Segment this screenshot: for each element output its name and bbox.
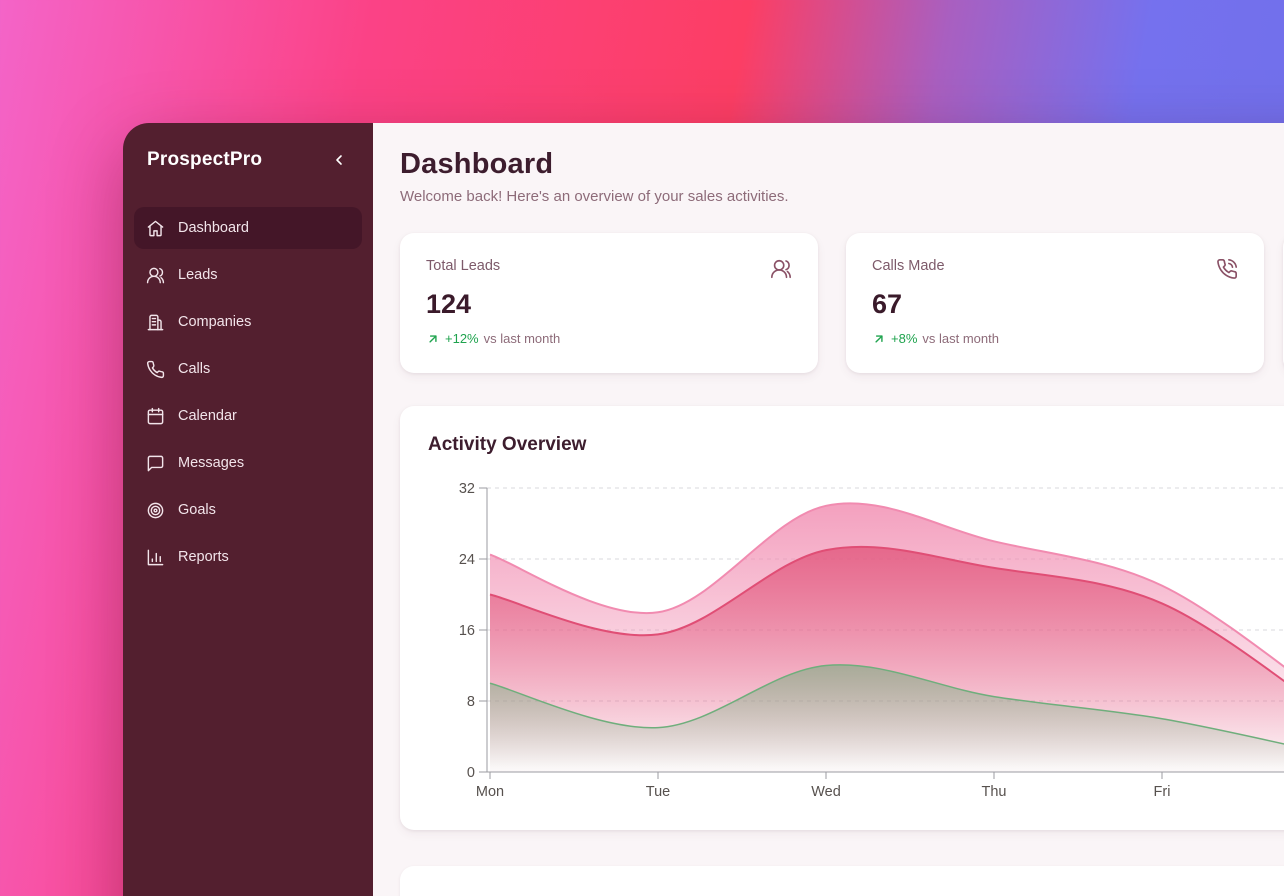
trend-percentage: +12% — [445, 331, 479, 346]
sidebar-item-label: Leads — [178, 267, 218, 283]
page-title: Dashboard — [400, 148, 1284, 181]
sidebar-item-leads[interactable]: Leads — [134, 254, 362, 296]
svg-text:Thu: Thu — [982, 784, 1007, 800]
svg-text:24: 24 — [459, 552, 475, 568]
users-icon — [146, 266, 165, 285]
calendar-icon — [146, 407, 165, 426]
svg-text:32: 32 — [459, 481, 475, 497]
sidebar: ProspectPro Dashboard Leads — [123, 123, 373, 896]
trend-percentage: +8% — [891, 331, 917, 346]
main-content: Dashboard Welcome back! Here's an overvi… — [373, 123, 1284, 896]
arrow-up-right-icon — [426, 332, 440, 346]
stat-cards-row: Total Leads 124 +12% vs last month Calls — [400, 233, 1284, 373]
chevron-left-icon — [331, 152, 347, 168]
sidebar-item-companies[interactable]: Companies — [134, 301, 362, 343]
sidebar-item-label: Reports — [178, 549, 229, 565]
sidebar-item-calls[interactable]: Calls — [134, 348, 362, 390]
chart-title: Activity Overview — [428, 434, 1284, 456]
phone-icon — [146, 360, 165, 379]
sidebar-item-label: Dashboard — [178, 220, 249, 236]
trend-suffix: vs last month — [922, 331, 999, 346]
app-window: ProspectPro Dashboard Leads — [123, 123, 1284, 896]
trend-suffix: vs last month — [484, 331, 561, 346]
svg-text:16: 16 — [459, 623, 475, 639]
bar-chart-icon — [146, 548, 165, 567]
sidebar-item-label: Messages — [178, 455, 244, 471]
sidebar-item-reports[interactable]: Reports — [134, 536, 362, 578]
activity-area-chart: 0 8 16 24 32 Mon Tue Wed Thu Fri — [428, 480, 1284, 802]
stat-label: Calls Made — [872, 258, 945, 274]
stat-card-total-leads: Total Leads 124 +12% vs last month — [400, 233, 818, 373]
app-logo: ProspectPro — [147, 149, 262, 171]
sidebar-header: ProspectPro — [123, 149, 373, 171]
stat-label: Total Leads — [426, 258, 500, 274]
svg-text:Tue: Tue — [646, 784, 670, 800]
sidebar-item-calendar[interactable]: Calendar — [134, 395, 362, 437]
bottom-card-clipped — [400, 866, 1284, 896]
stat-trend: +12% vs last month — [426, 331, 792, 346]
phone-call-icon — [1216, 258, 1238, 280]
arrow-up-right-icon — [872, 332, 886, 346]
sidebar-item-goals[interactable]: Goals — [134, 489, 362, 531]
stat-trend: +8% vs last month — [872, 331, 1238, 346]
svg-text:Fri: Fri — [1154, 784, 1171, 800]
target-icon — [146, 501, 165, 520]
building-icon — [146, 313, 165, 332]
stat-value: 67 — [872, 289, 1238, 320]
desktop-background: { "app": { "name": "ProspectPro", "colla… — [0, 0, 1284, 896]
svg-text:Wed: Wed — [811, 784, 841, 800]
sidebar-item-messages[interactable]: Messages — [134, 442, 362, 484]
sidebar-nav: Dashboard Leads Companies Calls — [123, 207, 373, 578]
page-subtitle: Welcome back! Here's an overview of your… — [400, 188, 1284, 205]
sidebar-item-label: Companies — [178, 314, 251, 330]
sidebar-item-label: Calendar — [178, 408, 237, 424]
stat-card-calls-made: Calls Made 67 +8% vs last month — [846, 233, 1264, 373]
message-square-icon — [146, 454, 165, 473]
svg-text:Mon: Mon — [476, 784, 504, 800]
users-icon — [770, 258, 792, 280]
home-icon — [146, 219, 165, 238]
stat-value: 124 — [426, 289, 792, 320]
svg-text:0: 0 — [467, 765, 475, 781]
sidebar-item-label: Goals — [178, 502, 216, 518]
sidebar-collapse-button[interactable] — [331, 152, 347, 168]
sidebar-item-dashboard[interactable]: Dashboard — [134, 207, 362, 249]
svg-text:8: 8 — [467, 694, 475, 710]
sidebar-item-label: Calls — [178, 361, 210, 377]
activity-overview-card: Activity Overview 0 8 16 24 32 Mon Tue Wed Thu Fr… — [400, 406, 1284, 830]
